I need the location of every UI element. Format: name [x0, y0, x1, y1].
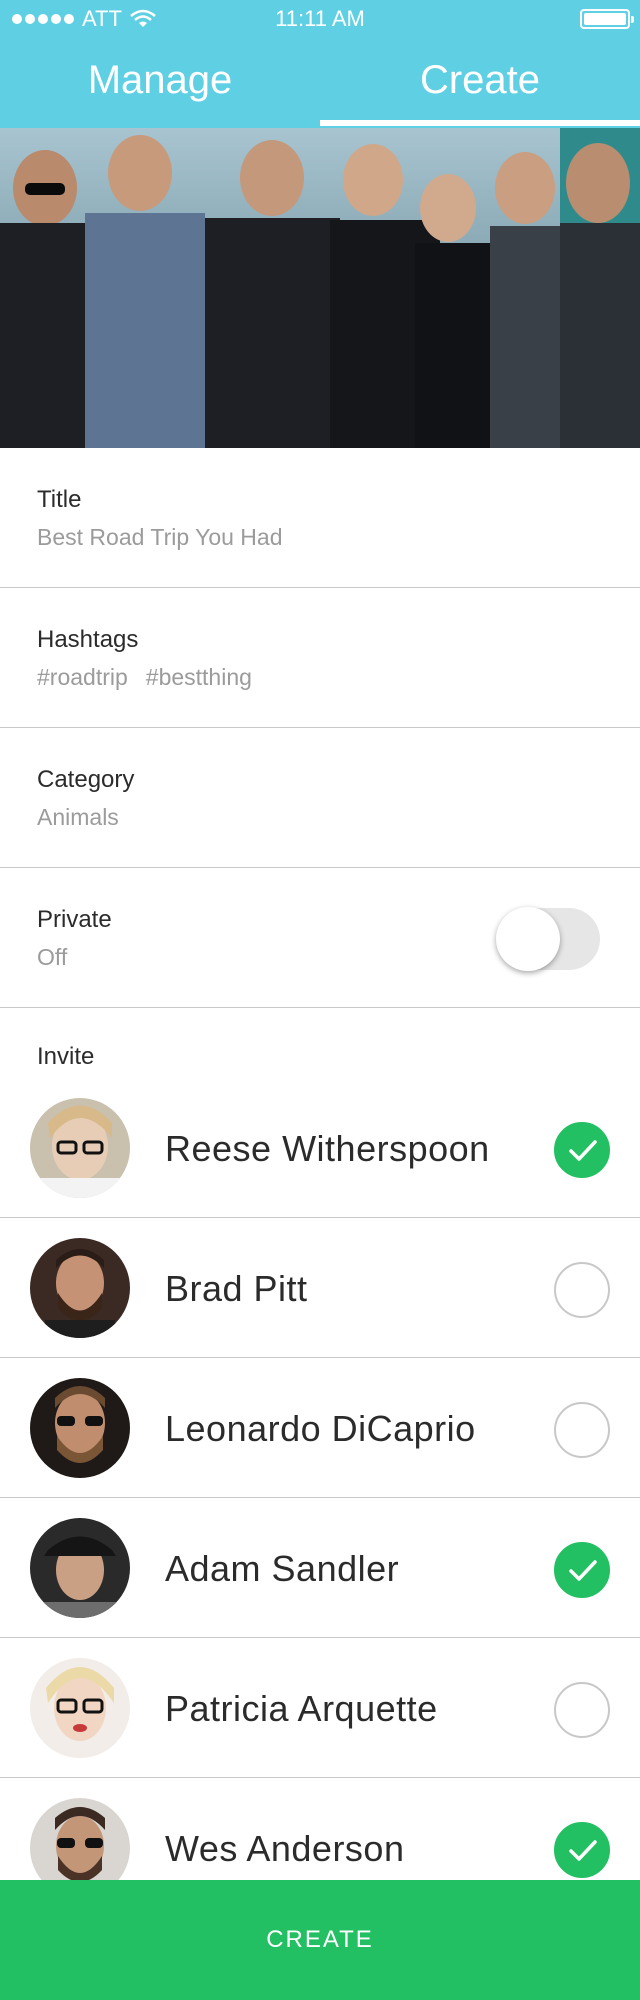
toggle-knob — [496, 907, 560, 971]
checkbox-empty-icon[interactable] — [554, 1262, 610, 1318]
avatar — [30, 1518, 130, 1618]
invite-label: Invite — [37, 1043, 95, 1070]
category-value[interactable]: Animals — [37, 804, 119, 831]
checkmark-icon[interactable] — [554, 1822, 610, 1878]
private-value: Off — [37, 944, 68, 970]
list-item[interactable]: Brad Pitt — [0, 1218, 640, 1358]
header: ATT 11:11 AM Manage Create — [0, 0, 640, 128]
tab-manage[interactable]: Manage — [0, 40, 320, 128]
title-input[interactable]: Best Road Trip You Had — [37, 524, 283, 551]
invite-name: Adam Sandler — [165, 1548, 400, 1589]
invite-name: Wes Anderson — [165, 1828, 405, 1869]
avatar — [30, 1238, 130, 1338]
checkbox-empty-icon[interactable] — [554, 1682, 610, 1738]
list-item[interactable]: Leonardo DiCaprio — [0, 1358, 640, 1498]
avatar — [30, 1658, 130, 1758]
category-label: Category — [37, 766, 135, 793]
private-field: Private Off — [0, 868, 640, 1008]
list-item[interactable]: Patricia Arquette — [0, 1638, 640, 1778]
invite-name: Leonardo DiCaprio — [165, 1408, 476, 1449]
cover-photo-image — [0, 128, 640, 448]
private-toggle[interactable] — [496, 907, 600, 971]
hashtags-field[interactable]: Hashtags #roadtrip #bestthing — [0, 588, 640, 728]
hashtags-input[interactable]: #roadtrip #bestthing — [37, 664, 252, 691]
avatar — [30, 1378, 130, 1478]
category-field[interactable]: Category Animals — [0, 728, 640, 868]
list-item[interactable]: Adam Sandler — [0, 1498, 640, 1638]
list-item[interactable]: Reese Witherspoon — [0, 1078, 640, 1218]
checkmark-icon[interactable] — [554, 1542, 610, 1598]
invite-name: Patricia Arquette — [165, 1688, 438, 1729]
hashtag-chip[interactable]: #roadtrip — [37, 664, 128, 691]
hashtags-label: Hashtags — [37, 626, 139, 653]
checkmark-icon[interactable] — [554, 1122, 610, 1178]
battery-icon — [580, 9, 634, 29]
hashtag-chip[interactable]: #bestthing — [146, 664, 252, 691]
status-time: 11:11 AM — [275, 6, 365, 31]
title-label: Title — [37, 486, 82, 513]
tab-bar: Manage Create — [0, 40, 640, 128]
title-field[interactable]: Title Best Road Trip You Had — [0, 448, 640, 588]
checkbox-empty-icon[interactable] — [554, 1402, 610, 1458]
create-button[interactable]: CREATE — [0, 1880, 640, 2000]
avatar — [30, 1098, 130, 1198]
cover-photo[interactable] — [0, 128, 640, 448]
private-label: Private — [37, 906, 112, 933]
tab-create[interactable]: Create — [320, 40, 640, 128]
invite-name: Brad Pitt — [165, 1268, 308, 1309]
status-bar: ATT 11:11 AM — [0, 0, 640, 40]
invite-list: Reese Witherspoon Brad Pitt Leonardo DiC… — [0, 1078, 640, 1918]
invite-name: Reese Witherspoon — [165, 1128, 490, 1169]
